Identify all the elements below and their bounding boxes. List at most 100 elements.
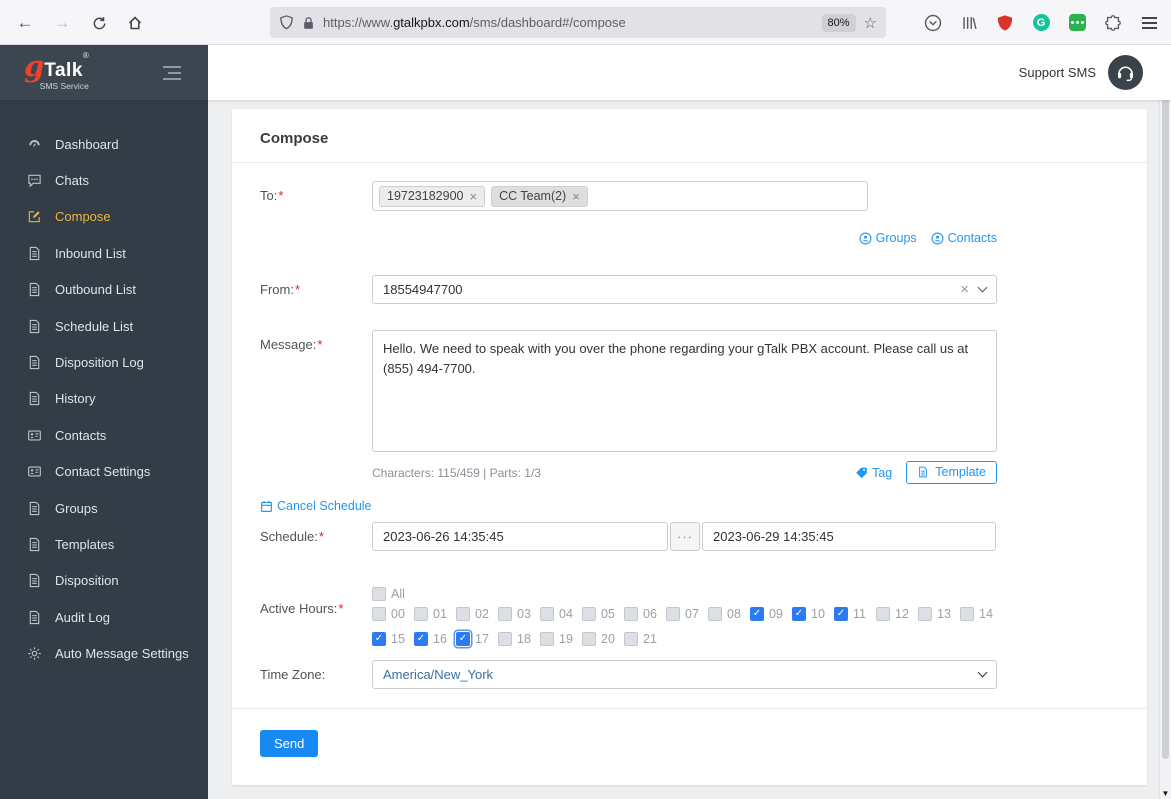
hour-option-all[interactable]: All xyxy=(372,586,1004,601)
support-avatar[interactable] xyxy=(1108,55,1143,90)
hour-checkbox-01[interactable] xyxy=(414,606,428,621)
page-scrollbar[interactable]: ▼ xyxy=(1159,45,1171,799)
hour-checkbox-12[interactable] xyxy=(876,606,890,621)
reload-button[interactable] xyxy=(84,8,114,38)
sidebar-item-dashboard[interactable]: Dashboard xyxy=(0,126,208,162)
sidebar-item-groups[interactable]: Groups xyxy=(0,490,208,526)
sidebar-toggle-icon[interactable] xyxy=(163,66,181,80)
sidebar-item-chats[interactable]: Chats xyxy=(0,162,208,198)
home-button[interactable] xyxy=(120,8,150,38)
recipient-chip[interactable]: CC Team(2) × xyxy=(491,185,588,207)
hour-checkbox-20[interactable] xyxy=(582,631,596,646)
chip-remove-icon[interactable]: × xyxy=(469,189,477,204)
menu-hamburger-icon[interactable] xyxy=(1139,13,1159,33)
scroll-down-arrow-icon[interactable]: ▼ xyxy=(1160,789,1171,798)
hour-option-04[interactable]: 04 xyxy=(540,606,582,621)
hour-option-10[interactable]: ✓ 10 xyxy=(792,606,834,621)
hour-checkbox-07[interactable] xyxy=(666,606,680,621)
sidebar-item-audit-log[interactable]: Audit Log xyxy=(0,599,208,635)
groups-link[interactable]: Groups xyxy=(859,231,917,245)
hour-checkbox-15[interactable]: ✓ xyxy=(372,631,386,646)
schedule-range-separator[interactable]: ··· xyxy=(670,521,700,551)
hour-checkbox-04[interactable] xyxy=(540,606,554,621)
timezone-select[interactable]: America/New_York xyxy=(372,659,997,689)
gtalk-logo[interactable]: gTalk® SMS Service xyxy=(24,52,89,91)
hour-option-19[interactable]: 19 xyxy=(540,631,582,646)
back-button[interactable]: ← xyxy=(10,8,40,38)
sidebar-item-templates[interactable]: Templates xyxy=(0,526,208,562)
tag-link[interactable]: Tag xyxy=(855,466,892,480)
hour-checkbox-18[interactable] xyxy=(498,631,512,646)
sidebar-item-auto-message-settings[interactable]: Auto Message Settings xyxy=(0,635,208,671)
tracking-shield-icon[interactable] xyxy=(279,15,294,30)
hour-option-21[interactable]: 21 xyxy=(624,631,666,646)
hour-checkbox-13[interactable] xyxy=(918,606,932,621)
hour-option-18[interactable]: 18 xyxy=(498,631,540,646)
sidebar-item-outbound-list[interactable]: Outbound List xyxy=(0,272,208,308)
hour-checkbox-21[interactable] xyxy=(624,631,638,646)
sidebar-item-history[interactable]: History xyxy=(0,381,208,417)
contacts-link[interactable]: Contacts xyxy=(931,231,997,245)
from-clear-icon[interactable]: × xyxy=(960,281,969,298)
hour-option-14[interactable]: 14 xyxy=(960,606,1002,621)
hour-checkbox-all[interactable] xyxy=(372,586,386,601)
bookmark-star-icon[interactable]: ☆ xyxy=(864,14,877,32)
hour-option-17[interactable]: ✓ 17 xyxy=(456,631,498,646)
lock-icon[interactable] xyxy=(302,16,315,30)
hour-option-16[interactable]: ✓ 16 xyxy=(414,631,456,646)
hour-option-13[interactable]: 13 xyxy=(918,606,960,621)
url-text[interactable]: https://www.gtalkpbx.com/sms/dashboard#/… xyxy=(323,15,814,30)
forward-button[interactable]: → xyxy=(47,8,77,38)
library-icon[interactable] xyxy=(959,13,979,33)
hour-checkbox-11[interactable]: ✓ xyxy=(834,606,848,621)
hour-checkbox-14[interactable] xyxy=(960,606,974,621)
hour-checkbox-08[interactable] xyxy=(708,606,722,621)
to-input[interactable]: 19723182900 × CC Team(2) × xyxy=(372,181,868,211)
sidebar-item-schedule-list[interactable]: Schedule List xyxy=(0,308,208,344)
hour-option-00[interactable]: 00 xyxy=(372,606,414,621)
hour-checkbox-09[interactable]: ✓ xyxy=(750,606,764,621)
chip-remove-icon[interactable]: × xyxy=(572,189,580,204)
hour-checkbox-06[interactable] xyxy=(624,606,638,621)
hour-option-11[interactable]: ✓ 11 xyxy=(834,606,876,621)
hour-option-01[interactable]: 01 xyxy=(414,606,456,621)
schedule-start-input[interactable] xyxy=(372,521,668,551)
hour-checkbox-05[interactable] xyxy=(582,606,596,621)
hour-option-03[interactable]: 03 xyxy=(498,606,540,621)
sidebar-item-contact-settings[interactable]: Contact Settings xyxy=(0,454,208,490)
hour-checkbox-17[interactable]: ✓ xyxy=(456,631,470,646)
hour-option-09[interactable]: ✓ 09 xyxy=(750,606,792,621)
hour-checkbox-03[interactable] xyxy=(498,606,512,621)
grammarly-icon[interactable]: G xyxy=(1031,13,1051,33)
hour-option-07[interactable]: 07 xyxy=(666,606,708,621)
from-caret-icon[interactable] xyxy=(977,282,988,293)
hour-checkbox-00[interactable] xyxy=(372,606,386,621)
sidebar-item-disposition[interactable]: Disposition xyxy=(0,563,208,599)
recipient-chip[interactable]: 19723182900 × xyxy=(379,185,486,207)
sidebar-item-inbound-list[interactable]: Inbound List xyxy=(0,235,208,271)
hour-checkbox-02[interactable] xyxy=(456,606,470,621)
zoom-badge[interactable]: 80% xyxy=(821,13,856,32)
message-textarea[interactable]: Hello. We need to speak with you over th… xyxy=(372,330,997,452)
chat-extension-icon[interactable] xyxy=(1067,13,1087,33)
adblock-shield-icon[interactable] xyxy=(995,13,1015,33)
hour-option-08[interactable]: 08 xyxy=(708,606,750,621)
hour-option-06[interactable]: 06 xyxy=(624,606,666,621)
hour-option-15[interactable]: ✓ 15 xyxy=(372,631,414,646)
schedule-end-input[interactable] xyxy=(702,521,996,551)
hour-option-12[interactable]: 12 xyxy=(876,606,918,621)
hour-option-02[interactable]: 02 xyxy=(456,606,498,621)
hour-checkbox-19[interactable] xyxy=(540,631,554,646)
cancel-schedule-link[interactable]: Cancel Schedule xyxy=(260,499,372,513)
pocket-icon[interactable] xyxy=(923,13,943,33)
hour-option-05[interactable]: 05 xyxy=(582,606,624,621)
sidebar-item-disposition-log[interactable]: Disposition Log xyxy=(0,344,208,380)
sidebar-item-contacts[interactable]: Contacts xyxy=(0,417,208,453)
sidebar-item-compose[interactable]: Compose xyxy=(0,199,208,235)
hour-option-20[interactable]: 20 xyxy=(582,631,624,646)
scrollbar-thumb[interactable] xyxy=(1162,47,1169,759)
template-button[interactable]: Template xyxy=(906,461,997,484)
hour-checkbox-16[interactable]: ✓ xyxy=(414,631,428,646)
from-select[interactable]: 18554947700 × xyxy=(372,275,997,304)
hour-checkbox-10[interactable]: ✓ xyxy=(792,606,806,621)
